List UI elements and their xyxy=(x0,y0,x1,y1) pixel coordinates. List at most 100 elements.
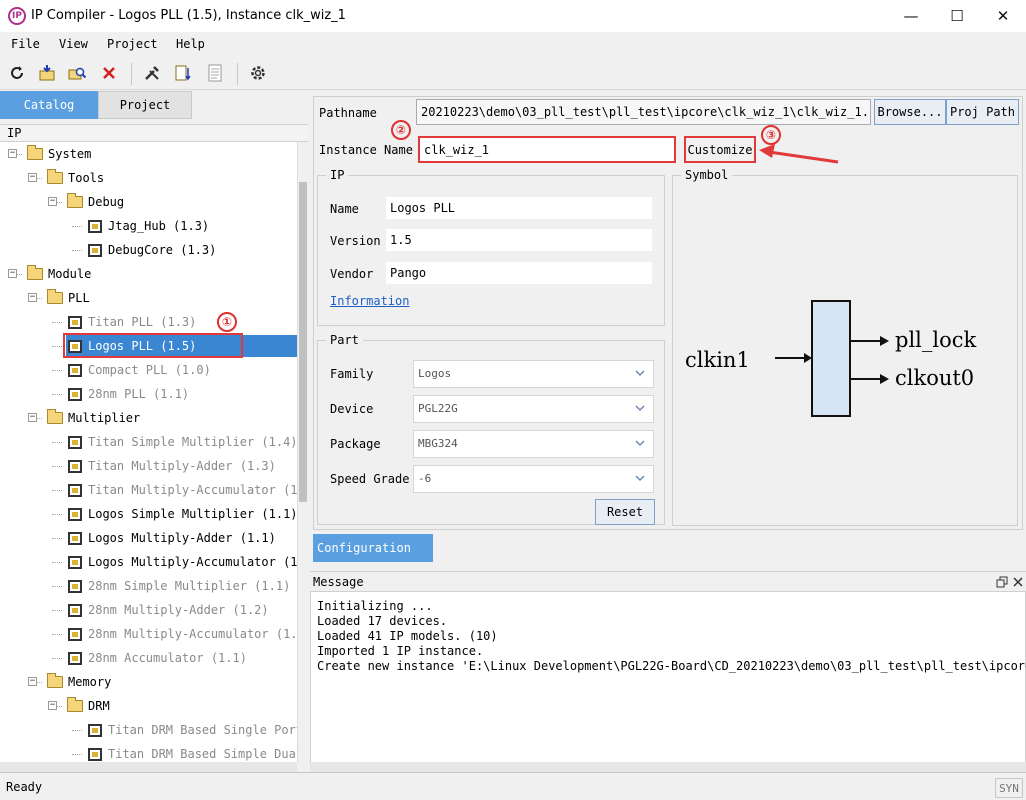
tree-connector xyxy=(52,490,62,491)
tree-item-label: DRM xyxy=(88,699,110,713)
open-folder-icon[interactable] xyxy=(37,63,57,83)
expand-toggle-icon[interactable]: − xyxy=(8,269,17,278)
tree-connector xyxy=(52,514,62,515)
settings-icon[interactable] xyxy=(248,63,268,83)
tree-ip-item[interactable]: Compact PLL (1.0) xyxy=(0,358,297,382)
tree-folder[interactable]: − Debug xyxy=(0,190,297,214)
tree-ip-item[interactable]: DebugCore (1.3) xyxy=(0,238,297,262)
restore-pane-icon[interactable] xyxy=(996,576,1008,588)
build-tools-icon[interactable] xyxy=(142,63,162,83)
tree-ip-item[interactable]: Titan Simple Multiplier (1.4) xyxy=(0,430,297,454)
information-link[interactable]: Information xyxy=(330,294,409,308)
tree-ip-item[interactable]: 28nm Multiply-Accumulator (1.1 xyxy=(0,622,297,646)
family-select[interactable]: Logos xyxy=(413,360,654,388)
expand-toggle-icon[interactable]: − xyxy=(28,173,37,182)
ip-core-icon xyxy=(68,364,82,377)
device-select[interactable]: PGL22G xyxy=(413,395,654,423)
symbol-group: Symbol clkin1 pll_lock clkout0 xyxy=(672,168,1018,526)
tree-folder[interactable]: − PLL xyxy=(0,286,297,310)
catalog-panel: Catalog Project IP − System − Tools − Debug Jt… xyxy=(0,90,308,772)
ip-core-icon xyxy=(68,628,82,641)
message-horizontal-scrollbar[interactable] xyxy=(310,762,1026,772)
tree-ip-item[interactable]: 28nm PLL (1.1) xyxy=(0,382,297,406)
browse-button[interactable]: Browse... xyxy=(874,99,946,125)
annotation-marker-2: ② xyxy=(391,120,411,140)
tree-ip-item[interactable]: Titan Multiply-Adder (1.3) xyxy=(0,454,297,478)
tree-horizontal-scrollbar[interactable] xyxy=(0,762,297,772)
instance-name-field[interactable]: clk_wiz_1 xyxy=(418,136,676,163)
refresh-icon[interactable] xyxy=(7,63,27,83)
package-label: Package xyxy=(330,437,381,451)
pathname-field[interactable]: 20210223\demo\03_pll_test\pll_test\ipcor… xyxy=(416,99,871,125)
menu-file[interactable]: File xyxy=(11,37,40,51)
speed-grade-value: -6 xyxy=(418,472,432,485)
annotation-marker-1: ① xyxy=(217,312,237,332)
tree-item-label: DebugCore (1.3) xyxy=(108,243,217,257)
tree-folder[interactable]: − Tools xyxy=(0,166,297,190)
maximize-button[interactable]: ☐ xyxy=(934,0,980,32)
vendor-label: Vendor xyxy=(330,267,374,281)
tree-folder[interactable]: − System xyxy=(0,142,297,166)
tab-project[interactable]: Project xyxy=(98,91,192,119)
tree-ip-item[interactable]: Logos PLL (1.5) xyxy=(0,333,297,358)
tree-folder[interactable]: − Module xyxy=(0,262,297,286)
tree-item-label: Titan DRM Based Simple Dual xyxy=(108,747,297,761)
package-value: MBG324 xyxy=(418,437,458,450)
tree-folder[interactable]: − Multiplier xyxy=(0,406,297,430)
tree-item-label: 28nm Accumulator (1.1) xyxy=(88,651,247,665)
folder-icon xyxy=(47,289,63,304)
close-pane-icon[interactable] xyxy=(1012,576,1024,588)
expand-toggle-icon[interactable]: − xyxy=(8,149,17,158)
menu-help[interactable]: Help xyxy=(176,37,205,51)
proj-path-button[interactable]: Proj Path xyxy=(946,99,1019,125)
tab-configuration[interactable]: Configuration xyxy=(313,534,433,562)
tree-ip-item[interactable]: Titan Multiply-Accumulator (1. xyxy=(0,478,297,502)
report-icon[interactable] xyxy=(173,63,193,83)
tree-folder[interactable]: − DRM xyxy=(0,694,297,718)
toolbar xyxy=(0,56,1026,90)
document-icon[interactable] xyxy=(205,63,225,83)
delete-icon[interactable] xyxy=(99,63,119,83)
tree-ip-item[interactable]: Logos Simple Multiplier (1.1) xyxy=(0,502,297,526)
minimize-button[interactable]: — xyxy=(888,0,934,32)
tree-folder[interactable]: − Memory xyxy=(0,670,297,694)
message-line: Create new instance 'E:\Linux Developmen… xyxy=(317,659,1026,673)
expand-toggle-icon[interactable]: − xyxy=(48,197,57,206)
tree-ip-item[interactable]: Jtag_Hub (1.3) xyxy=(0,214,297,238)
reset-button[interactable]: Reset xyxy=(595,499,655,525)
tree-ip-item[interactable]: Titan DRM Based Simple Dual xyxy=(0,742,297,762)
tree-item-label: Logos PLL (1.5) xyxy=(88,339,197,353)
package-select[interactable]: MBG324 xyxy=(413,430,654,458)
title-bar: IP IP Compiler - Logos PLL (1.5), Instan… xyxy=(0,0,1026,32)
output-arrow-icon xyxy=(880,336,889,346)
tree-ip-item[interactable]: Titan DRM Based Single Port xyxy=(0,718,297,742)
expand-toggle-icon[interactable]: − xyxy=(28,413,37,422)
tree-item-label: PLL xyxy=(68,291,90,305)
tree-ip-item[interactable]: 28nm Simple Multiplier (1.1) xyxy=(0,574,297,598)
search-folder-icon[interactable] xyxy=(67,63,87,83)
folder-icon xyxy=(67,697,83,712)
tree-item-label: Compact PLL (1.0) xyxy=(88,363,211,377)
tree-connector xyxy=(52,394,62,395)
customize-button[interactable]: Customize xyxy=(684,136,756,163)
tree-connector xyxy=(52,538,62,539)
tree-vertical-scrollbar[interactable] xyxy=(297,142,308,762)
tree-connector xyxy=(52,658,62,659)
tree-ip-item[interactable]: 28nm Multiply-Adder (1.2) xyxy=(0,598,297,622)
tree-ip-item[interactable]: Logos Multiply-Accumulator (1. xyxy=(0,550,297,574)
menu-view[interactable]: View xyxy=(59,37,88,51)
tree-connector xyxy=(52,370,62,371)
close-button[interactable]: ✕ xyxy=(980,0,1026,32)
menu-project[interactable]: Project xyxy=(107,37,158,51)
expand-toggle-icon[interactable]: − xyxy=(28,293,37,302)
toolbar-separator xyxy=(131,63,132,85)
tab-catalog[interactable]: Catalog xyxy=(0,91,98,119)
expand-toggle-icon[interactable]: − xyxy=(48,701,57,710)
tree-ip-item[interactable]: Titan PLL (1.3) xyxy=(0,310,297,334)
tree-ip-item[interactable]: Logos Multiply-Adder (1.1) xyxy=(0,526,297,550)
tree-ip-item[interactable]: 28nm Accumulator (1.1) xyxy=(0,646,297,670)
scrollbar-thumb[interactable] xyxy=(299,182,307,502)
tree-item-label: Tools xyxy=(68,171,105,185)
expand-toggle-icon[interactable]: − xyxy=(28,677,37,686)
speed-grade-select[interactable]: -6 xyxy=(413,465,654,493)
